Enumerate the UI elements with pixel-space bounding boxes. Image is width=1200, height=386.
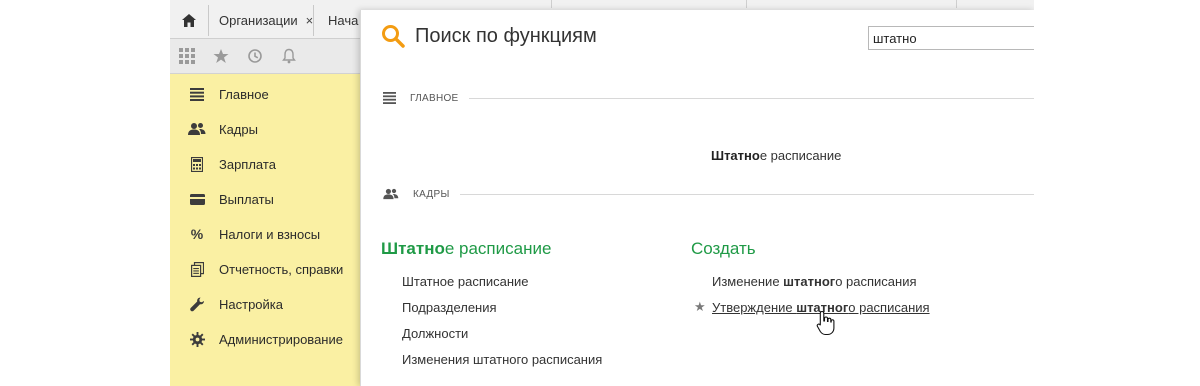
bell-icon[interactable]: [272, 39, 306, 73]
home-tab[interactable]: [170, 5, 209, 36]
wallet-icon: [187, 190, 207, 208]
link-positions[interactable]: Должности: [402, 326, 468, 341]
sidebar-item-label: Налоги и взносы: [219, 226, 321, 242]
sidebar-item-label: Настройка: [219, 296, 283, 312]
documents-icon: [187, 260, 207, 278]
toolbar: [170, 39, 360, 74]
sidebar-item-label: Кадры: [219, 121, 258, 137]
favorite-star-icon[interactable]: ★: [694, 299, 706, 315]
people-icon: [187, 120, 207, 138]
application-window: Организации × Нача Главное Кадры Зарплат…: [170, 0, 1034, 386]
sidebar-item-payments[interactable]: Выплаты: [170, 182, 360, 216]
tab-divider: [745, 0, 747, 8]
sidebar-item-salary[interactable]: Зарплата: [170, 147, 360, 181]
link-text: Утверждение: [712, 300, 797, 315]
sidebar-item-settings[interactable]: Настройка: [170, 287, 360, 321]
calculator-icon: [187, 155, 207, 173]
sidebar: Главное Кадры Зарплата Выплаты % Налоги …: [170, 74, 360, 386]
history-icon[interactable]: [238, 39, 272, 73]
sidebar-item-main[interactable]: Главное: [170, 77, 360, 111]
function-search-panel: Поиск по функциям ГЛАВНОЕ Штатное распис…: [360, 10, 1034, 386]
home-icon: [182, 14, 196, 27]
hand-cursor-icon: [816, 310, 835, 336]
result-link-staff-schedule[interactable]: Штатное расписание: [711, 148, 841, 163]
sidebar-item-label: Выплаты: [219, 191, 274, 207]
sidebar-item-label: Администрирование: [219, 331, 343, 347]
link-text: о расписания: [848, 300, 930, 315]
people-icon: [383, 188, 399, 200]
tab-divider: [955, 0, 957, 8]
function-search-input[interactable]: [868, 26, 1034, 50]
link-departments[interactable]: Подразделения: [402, 300, 497, 315]
sidebar-item-label: Отчетность, справки: [219, 261, 344, 277]
match-highlight: Штатно: [711, 148, 760, 163]
favorites-star-icon[interactable]: [204, 39, 238, 73]
panel-title: Поиск по функциям: [415, 24, 597, 47]
group-title-staff-schedule[interactable]: Штатное расписание: [381, 239, 551, 259]
gear-icon: [187, 330, 207, 348]
percent-icon: %: [190, 226, 204, 242]
sidebar-item-label: Главное: [219, 86, 269, 102]
match-highlight: штатног: [783, 274, 836, 289]
link-change-staff-schedule[interactable]: Изменение штатного расписания: [712, 274, 917, 289]
sidebar-item-taxes[interactable]: % Налоги и взносы: [170, 217, 360, 251]
link-text: е расписание: [759, 148, 842, 163]
search-icon: [382, 25, 405, 48]
sidebar-item-label: Зарплата: [219, 156, 276, 172]
sidebar-item-administration[interactable]: Администрирование: [170, 322, 360, 356]
section-label: КАДРЫ: [413, 188, 450, 200]
menu-lines-icon: [187, 85, 207, 103]
link-text: Изменение: [712, 274, 784, 289]
section-main-header: ГЛАВНОЕ: [383, 88, 1034, 108]
divider: [468, 97, 1034, 99]
panel-header: Поиск по функциям: [381, 24, 597, 48]
link-schedule-changes[interactable]: Изменения штатного расписания: [402, 352, 602, 367]
tab-label: Организации: [219, 13, 298, 28]
wrench-icon: [187, 295, 207, 313]
match-highlight: Штатно: [381, 239, 445, 258]
tab-divider: [550, 0, 552, 8]
tab-organizations[interactable]: Организации ×: [209, 5, 314, 36]
close-icon[interactable]: ×: [306, 13, 314, 28]
link-text: о расписания: [835, 274, 917, 289]
link-staff-schedule[interactable]: Штатное расписание: [402, 274, 529, 289]
apps-grid-icon[interactable]: [170, 39, 204, 73]
section-hr-header: КАДРЫ: [383, 184, 1034, 204]
tab-label: Нача: [328, 13, 359, 28]
group-title-create: Создать: [691, 239, 756, 258]
divider: [459, 193, 1034, 195]
group-title-text: е расписание: [444, 239, 552, 258]
menu-lines-icon: [383, 92, 396, 104]
sidebar-item-reports[interactable]: Отчетность, справки: [170, 252, 360, 286]
sidebar-item-hr[interactable]: Кадры: [170, 112, 360, 146]
section-label: ГЛАВНОЕ: [410, 92, 459, 104]
